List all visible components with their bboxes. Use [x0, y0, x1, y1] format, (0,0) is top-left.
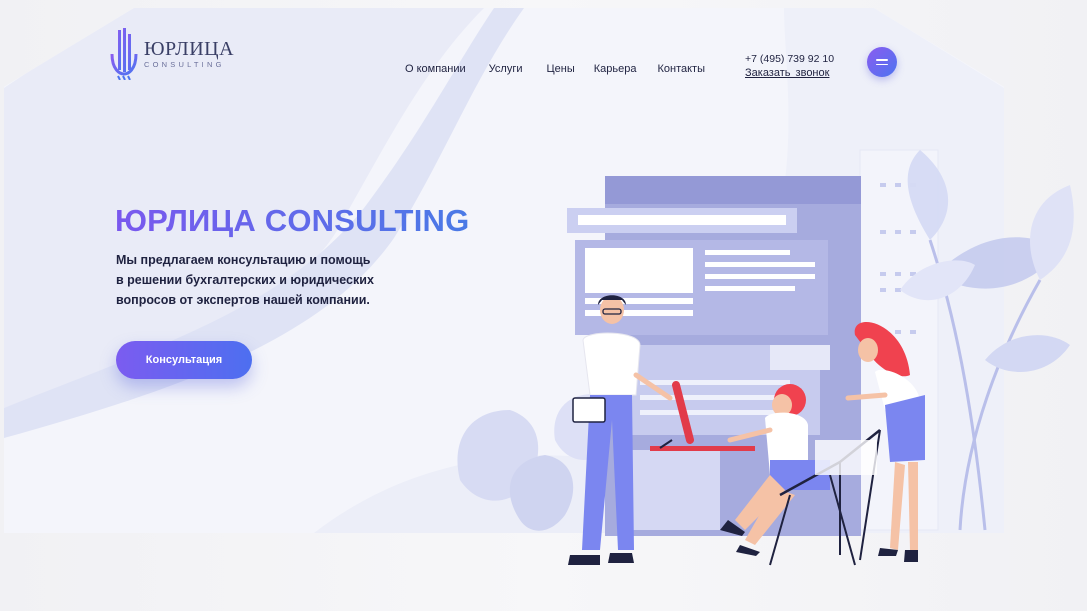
hero-description-line: Мы предлагаем консультацию и помощь	[116, 253, 371, 267]
nav-item-contacts[interactable]: Контакты	[657, 63, 705, 75]
nav-item-about[interactable]: О компании	[405, 63, 466, 75]
main-navigation: О компании Услуги Цены Карьера Контакты	[405, 63, 728, 75]
hero-description: Мы предлагаем консультацию и помощь в ре…	[116, 250, 396, 310]
columns-logo-icon	[110, 28, 138, 80]
hero-description-line: вопросов от экспертов нашей компании.	[116, 293, 370, 307]
hamburger-menu-button[interactable]	[867, 47, 897, 77]
hero-title: ЮРЛИЦА CONSULTING	[115, 203, 470, 238]
brand-name: ЮРЛИЦА	[144, 38, 235, 61]
hamburger-menu-icon-line	[876, 63, 888, 65]
brand-logo[interactable]: ЮРЛИЦА CONSULTING	[110, 28, 234, 80]
consultation-button[interactable]: Консультация	[116, 341, 252, 379]
callback-link[interactable]: Заказать звонок	[745, 67, 829, 79]
nav-item-services[interactable]: Услуги	[489, 63, 523, 75]
brand-subtitle: CONSULTING	[144, 60, 225, 70]
hamburger-menu-icon	[876, 59, 888, 61]
phone-number[interactable]: +7 (495) 739 92 10	[745, 53, 834, 65]
hero-description-line: в решении бухгалтерских и юридических	[116, 273, 374, 287]
brand-text: ЮРЛИЦА CONSULTING	[144, 39, 234, 69]
nav-item-career[interactable]: Карьера	[594, 63, 637, 75]
nav-item-prices[interactable]: Цены	[547, 63, 575, 75]
